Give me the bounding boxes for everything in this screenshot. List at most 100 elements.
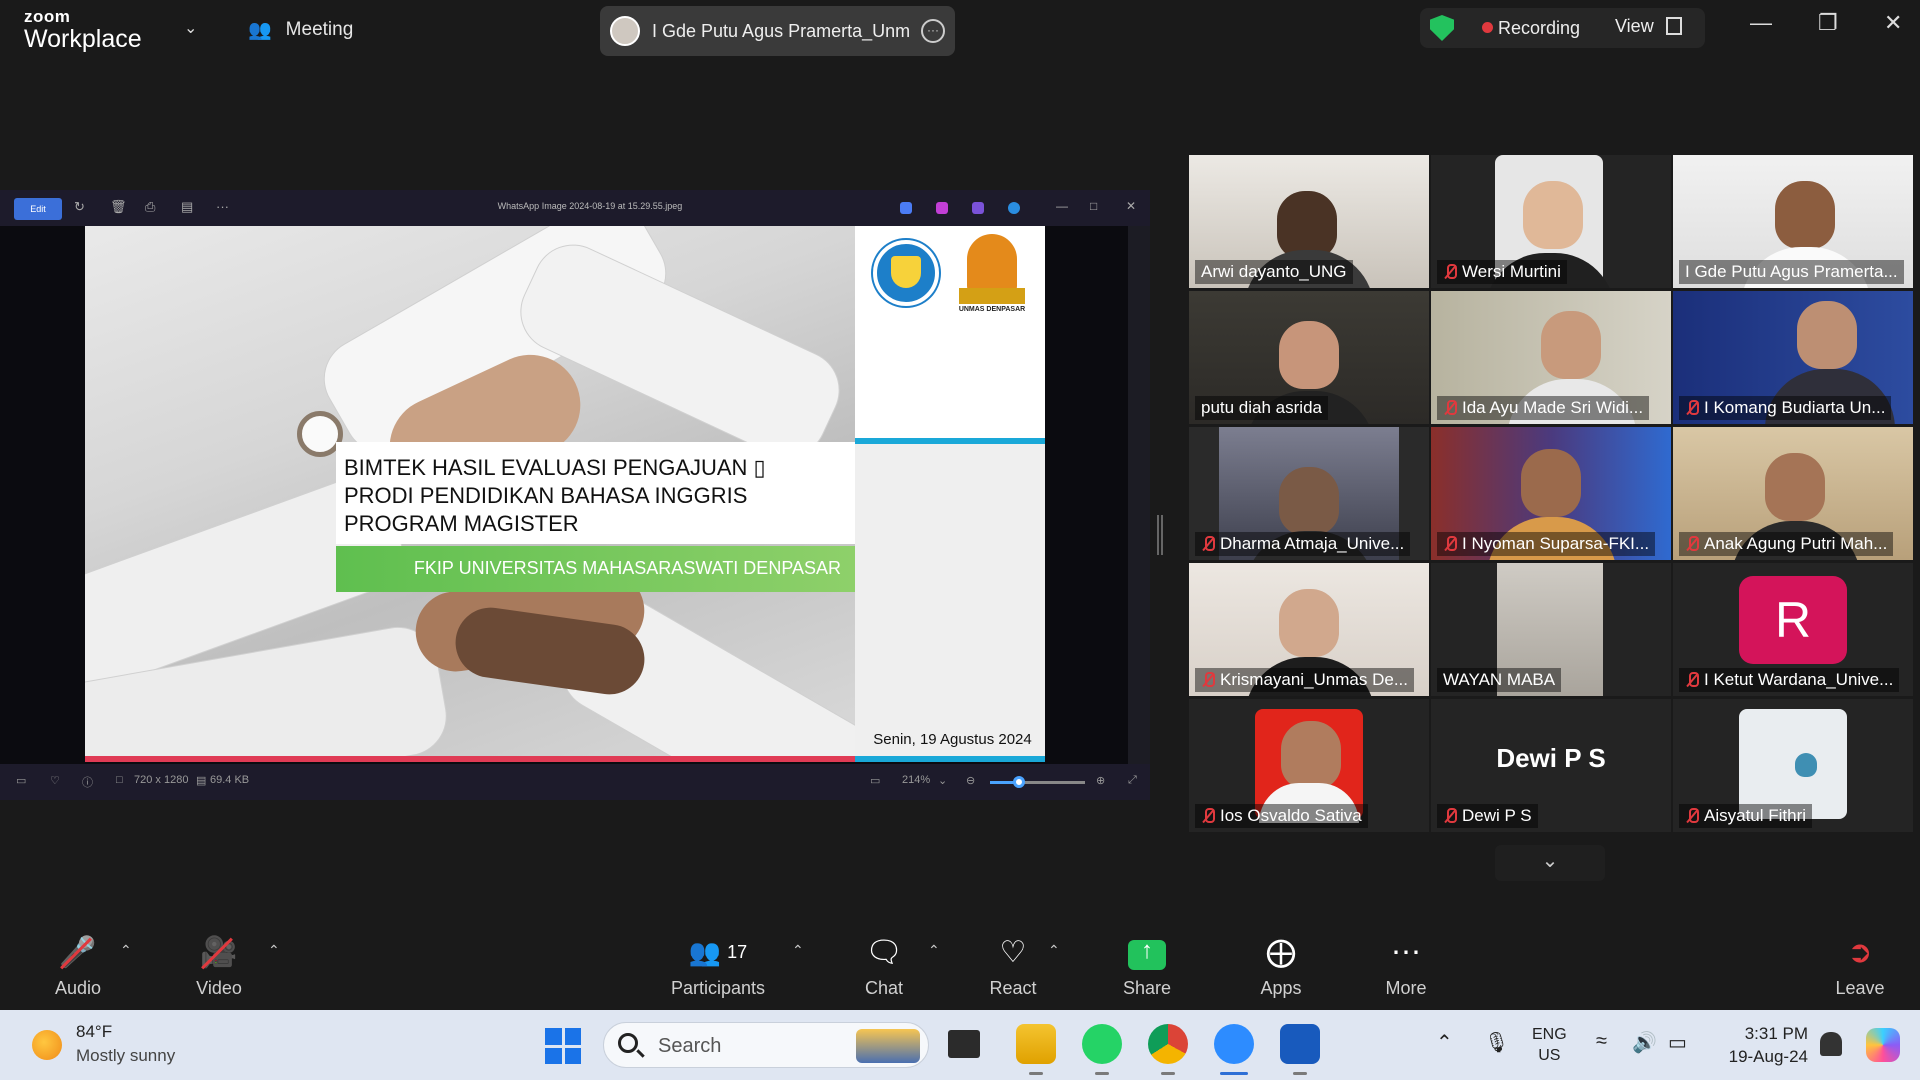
heart-icon[interactable]: ♡ bbox=[50, 774, 60, 787]
more-button[interactable]: ⋯ More bbox=[1380, 932, 1432, 999]
close-icon[interactable]: ✕ bbox=[1884, 10, 1902, 36]
task-view-icon[interactable] bbox=[948, 1030, 980, 1058]
slide-subtitle: FKIP UNIVERSITAS MAHASARASWATI DENPASAR bbox=[413, 558, 841, 578]
more-icon[interactable]: ··· bbox=[216, 199, 229, 214]
chevron-up-icon[interactable]: ⌃ bbox=[1048, 942, 1060, 959]
start-icon[interactable] bbox=[545, 1028, 581, 1064]
zoom-level[interactable]: 214% bbox=[902, 774, 930, 786]
fullscreen-icon[interactable]: ⤢ bbox=[1128, 774, 1137, 787]
audio-button[interactable]: 🎤 Audio bbox=[42, 932, 114, 999]
weather-condition[interactable]: Mostly sunny bbox=[76, 1046, 175, 1066]
notification-bell-icon[interactable] bbox=[1820, 1032, 1842, 1056]
chevron-down-icon[interactable]: ⌄ bbox=[184, 18, 197, 38]
tut-wuri-logo bbox=[873, 240, 939, 306]
video-button[interactable]: 🎥 Video bbox=[186, 932, 252, 999]
participant-gallery: Arwi dayanto_UNG Wersi Murtini I Gde Put… bbox=[1189, 155, 1914, 835]
apps-button[interactable]: ⨁ Apps bbox=[1254, 932, 1308, 999]
chat-button[interactable]: 🗨 Chat bbox=[858, 932, 910, 999]
print-icon[interactable]: ⎙ bbox=[145, 199, 155, 215]
participant-tile[interactable]: Ios Osvaldo Sativa bbox=[1189, 699, 1429, 832]
grid-icon[interactable] bbox=[1666, 17, 1682, 35]
view-button[interactable]: View bbox=[1615, 16, 1654, 37]
shield-icon[interactable] bbox=[1430, 15, 1454, 41]
participant-tile[interactable]: putu diah asrida bbox=[1189, 291, 1429, 424]
whatsapp-icon[interactable] bbox=[1082, 1024, 1122, 1064]
participant-tile[interactable]: I Gde Putu Agus Pramerta... bbox=[1673, 155, 1913, 288]
zoom-out-icon[interactable]: ⊖ bbox=[966, 774, 975, 787]
restore-icon[interactable]: □ bbox=[1090, 199, 1097, 213]
edit-button[interactable]: Edit bbox=[14, 198, 62, 220]
weather-sun-icon[interactable] bbox=[32, 1030, 62, 1060]
participant-name: Dharma Atmaja_Unive... bbox=[1220, 534, 1405, 553]
gallery-next-page-button[interactable]: ⌄ bbox=[1495, 845, 1605, 881]
resize-handle[interactable] bbox=[1157, 515, 1163, 555]
participant-name: Aisyatul Fithri bbox=[1704, 806, 1807, 825]
participant-tile[interactable]: Wersi Murtini bbox=[1431, 155, 1671, 288]
fit-icon[interactable]: ▭ bbox=[870, 774, 880, 787]
chevron-up-icon[interactable]: ⌃ bbox=[120, 942, 132, 959]
onedrive-icon[interactable] bbox=[1008, 202, 1020, 214]
mic-muted-icon bbox=[1201, 535, 1215, 553]
scrollbar[interactable] bbox=[1128, 226, 1150, 764]
minimize-icon[interactable]: — bbox=[1056, 199, 1068, 213]
participant-tile[interactable]: I Nyoman Suparsa-FKI... bbox=[1431, 427, 1671, 560]
battery-icon[interactable]: ▭ bbox=[1668, 1030, 1687, 1055]
participant-tile[interactable]: Arwi dayanto_UNG bbox=[1189, 155, 1429, 288]
logo-caption: UNMAS DENPASAR bbox=[958, 306, 1026, 313]
status-group: Recording View bbox=[1420, 8, 1705, 48]
zoom-in-icon[interactable]: ⊕ bbox=[1096, 774, 1105, 787]
microphone-icon[interactable]: 🎙 bbox=[1484, 1030, 1509, 1055]
zoom-logo[interactable]: zoom Workplace bbox=[24, 8, 142, 52]
app-icon[interactable] bbox=[900, 202, 912, 214]
system-clock[interactable]: 3:31 PM 19-Aug-24 bbox=[1716, 1022, 1808, 1068]
zoom-slider-knob[interactable] bbox=[1012, 776, 1025, 788]
participant-tile[interactable]: Dharma Atmaja_Unive... bbox=[1189, 427, 1429, 560]
file-explorer-icon[interactable] bbox=[1016, 1024, 1056, 1064]
chevron-up-icon[interactable]: ⌃ bbox=[792, 942, 804, 959]
weather-temp[interactable]: 84°F bbox=[76, 1022, 112, 1042]
participant-tile[interactable]: WAYAN MABA bbox=[1431, 563, 1671, 696]
save-icon[interactable]: ▤ bbox=[181, 199, 193, 215]
participant-tile[interactable]: Anak Agung Putri Mah... bbox=[1673, 427, 1913, 560]
recording-label[interactable]: Recording bbox=[1498, 18, 1580, 39]
app-icon[interactable] bbox=[936, 202, 948, 214]
meeting-info-button[interactable]: 👥 Meeting bbox=[248, 18, 353, 42]
participant-tile[interactable]: Aisyatul Fithri bbox=[1673, 699, 1913, 832]
active-speaker-pill[interactable]: I Gde Putu Agus Pramerta_Unma ··· bbox=[600, 6, 955, 56]
participant-tile[interactable]: Krismayani_Unmas De... bbox=[1189, 563, 1429, 696]
info-icon[interactable]: ⓘ bbox=[82, 774, 93, 790]
volume-icon[interactable]: 🔊 bbox=[1632, 1030, 1657, 1055]
language-indicator[interactable]: ENG US bbox=[1532, 1024, 1567, 1066]
presentation-slide: UNMAS DENPASAR BIMTEK HASIL EVALUASI PEN… bbox=[85, 226, 1045, 762]
copilot-icon[interactable] bbox=[1866, 1028, 1900, 1062]
leave-button[interactable]: ➲ Leave bbox=[1834, 932, 1886, 999]
share-button[interactable]: Share bbox=[1118, 932, 1176, 999]
close-icon[interactable]: ✕ bbox=[1126, 199, 1136, 213]
minimize-icon[interactable]: — bbox=[1750, 10, 1772, 36]
chrome-icon[interactable] bbox=[1148, 1024, 1188, 1064]
more-icon[interactable]: ··· bbox=[921, 19, 945, 43]
zoom-slider[interactable] bbox=[990, 776, 1085, 788]
app-icon[interactable] bbox=[972, 202, 984, 214]
participant-tile[interactable]: R I Ketut Wardana_Unive... bbox=[1673, 563, 1913, 696]
rotate-icon[interactable]: ↻ bbox=[74, 199, 85, 215]
chevron-up-icon[interactable]: ⌃ bbox=[928, 942, 940, 959]
filmstrip-icon[interactable]: ▭ bbox=[16, 774, 26, 787]
chevron-down-icon[interactable]: ⌄ bbox=[938, 774, 947, 787]
participant-name-tag: I Nyoman Suparsa-FKI... bbox=[1437, 532, 1656, 556]
taskbar-search[interactable]: Search bbox=[603, 1022, 929, 1068]
wifi-icon[interactable]: ≈ bbox=[1596, 1030, 1607, 1053]
restore-icon[interactable]: ❐ bbox=[1818, 10, 1838, 36]
chevron-up-icon[interactable]: ⌃ bbox=[1436, 1030, 1453, 1055]
participants-button[interactable]: 👥 17 Participants bbox=[662, 932, 774, 999]
participant-tile[interactable]: Ida Ayu Made Sri Widi... bbox=[1431, 291, 1671, 424]
participant-tile[interactable]: Dewi P S Dewi P S bbox=[1431, 699, 1671, 832]
react-button[interactable]: ♡ React bbox=[984, 932, 1042, 999]
participant-tile[interactable]: I Komang Budiarta Un... bbox=[1673, 291, 1913, 424]
delete-icon[interactable]: 🗑 bbox=[110, 199, 127, 215]
avatar: R bbox=[1739, 576, 1847, 664]
zoom-app-icon[interactable] bbox=[1214, 1024, 1254, 1064]
word-icon[interactable] bbox=[1280, 1024, 1320, 1064]
leave-label: Leave bbox=[1835, 978, 1885, 998]
chevron-up-icon[interactable]: ⌃ bbox=[268, 942, 280, 959]
